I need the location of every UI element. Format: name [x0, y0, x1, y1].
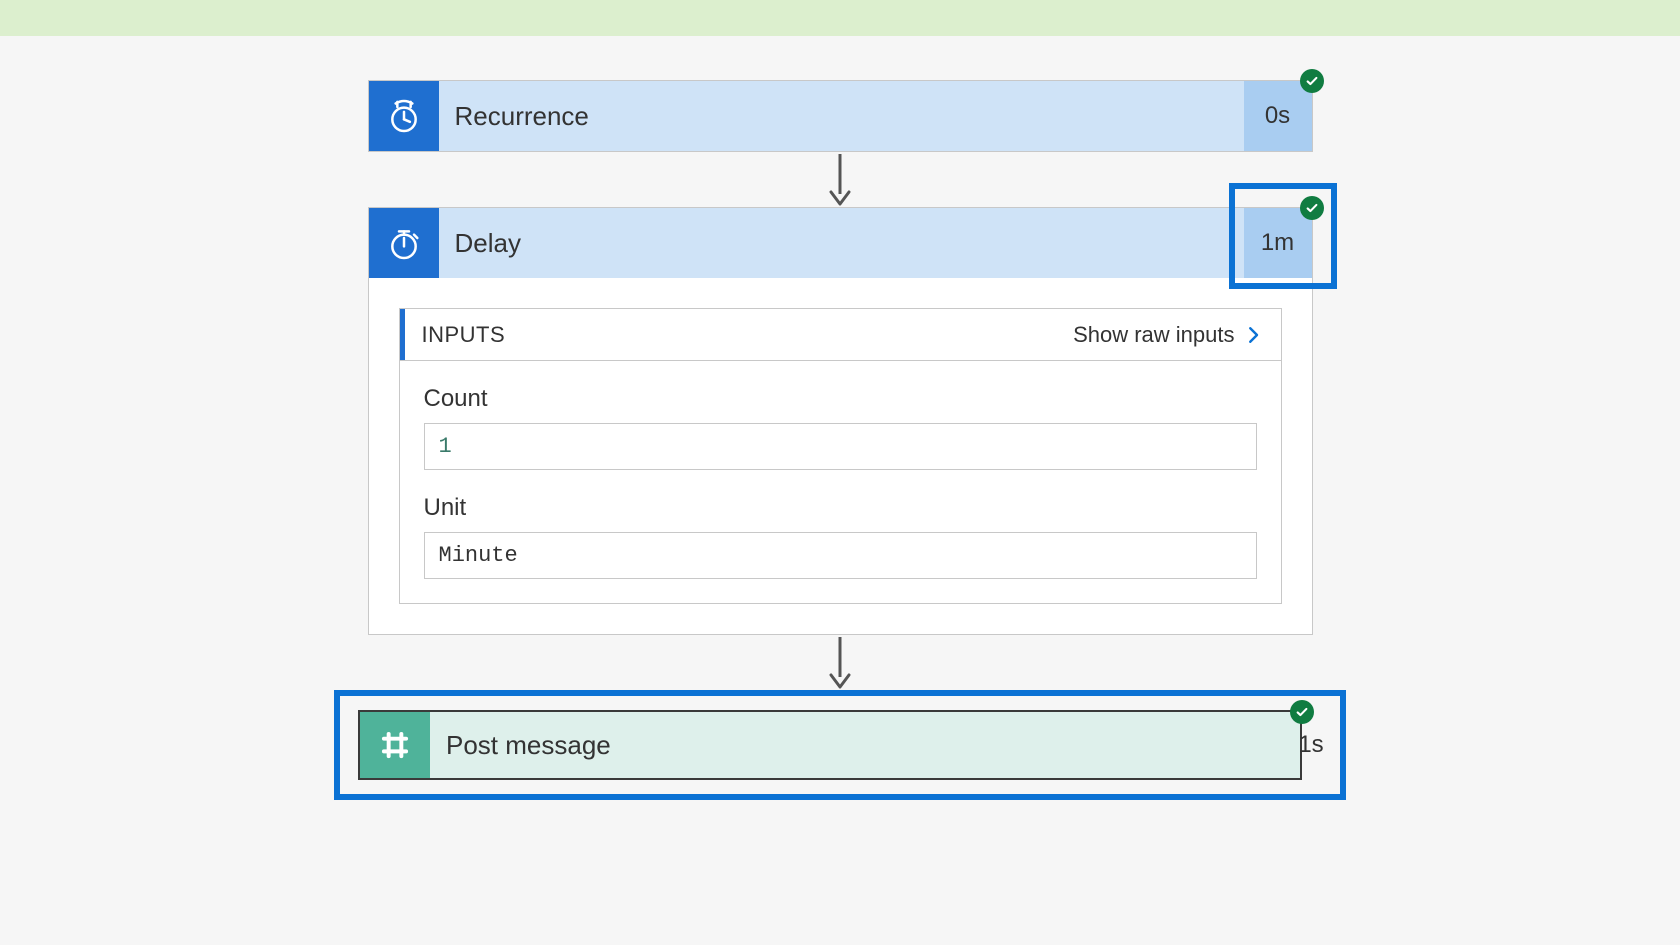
field-value-unit: Minute [424, 532, 1257, 579]
step-recurrence[interactable]: Recurrence 0s [368, 80, 1313, 152]
step-duration: 1m [1244, 208, 1312, 278]
step-title: Delay [439, 208, 1244, 278]
success-badge-icon [1300, 69, 1324, 93]
step-duration: 0s [1244, 81, 1312, 151]
field-value-count: 1 [424, 423, 1257, 470]
inputs-label: INPUTS [400, 322, 506, 348]
field-label-count: Count [424, 385, 1257, 413]
recurrence-icon [369, 81, 439, 151]
notification-bar [0, 0, 1680, 36]
slack-icon [360, 712, 430, 778]
delay-icon [369, 208, 439, 278]
highlight-post-message: Post message 1s [334, 690, 1346, 800]
inputs-panel: INPUTS Show raw inputs Count 1 Un [399, 308, 1282, 604]
show-raw-inputs-link[interactable]: Show raw inputs [1073, 322, 1262, 348]
step-delay[interactable]: Delay 1m INPUTS Show raw inputs [368, 207, 1313, 635]
success-badge-icon [1300, 196, 1324, 220]
chevron-right-icon [1245, 326, 1263, 344]
step-duration: 1s [1280, 710, 1342, 780]
flow-arrow-icon [825, 152, 855, 207]
step-post-message[interactable]: Post message [358, 710, 1302, 780]
step-title: Recurrence [439, 81, 1244, 151]
show-raw-inputs-label: Show raw inputs [1073, 322, 1234, 348]
flow-canvas: Recurrence 0s [0, 36, 1680, 800]
field-label-unit: Unit [424, 494, 1257, 522]
step-title: Post message [430, 712, 1300, 778]
flow-arrow-icon [825, 635, 855, 690]
